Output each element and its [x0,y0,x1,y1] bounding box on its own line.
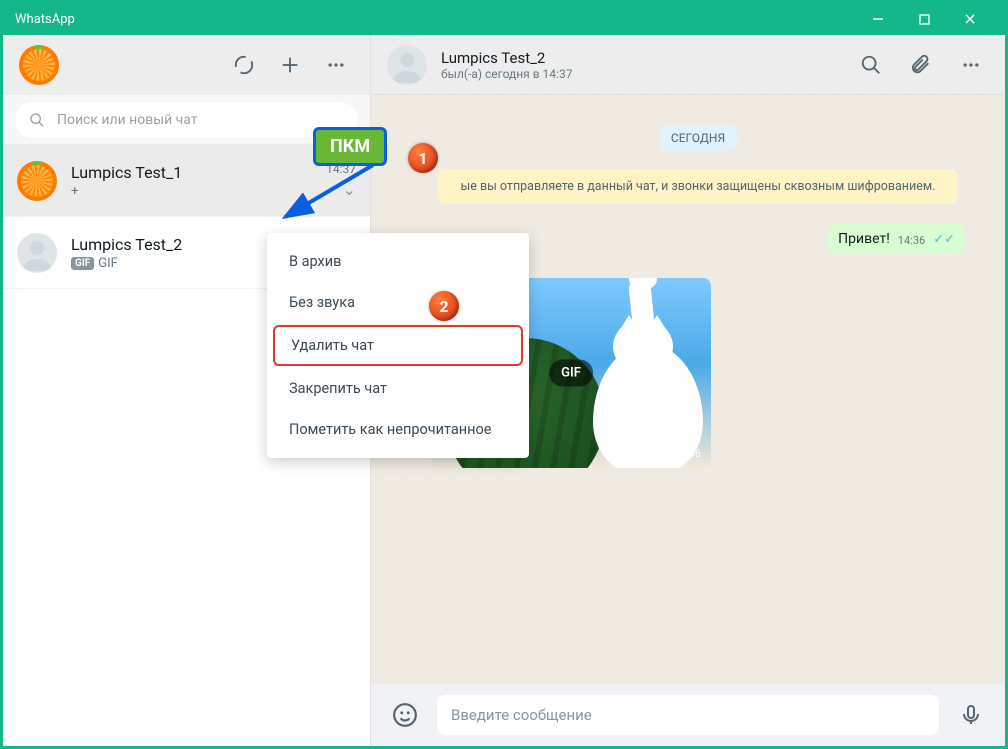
maximize-button[interactable] [901,3,947,35]
sidebar-header [3,35,370,95]
message-text: Привет! [838,231,890,247]
menu-icon[interactable] [318,47,354,83]
profile-avatar[interactable] [19,45,59,85]
app-window: WhatsApp [0,0,1008,749]
contact-name: Lumpics Test_2 [441,49,572,67]
chat-header: Lumpics Test_2 был(-а) сегодня в 14:37 [371,35,1005,95]
encryption-notice: ые вы отправляете в данный чат, и звонки… [438,169,958,204]
ctx-delete-chat[interactable]: Удалить чат [273,325,523,366]
date-separator: СЕГОДНЯ [659,125,737,151]
chat-menu-icon[interactable] [953,47,989,83]
close-button[interactable] [947,3,993,35]
message-time: 14:36 [674,447,701,460]
contact-avatar[interactable] [387,45,427,85]
message-time: 14:36 [898,234,925,247]
search-box[interactable] [15,102,358,138]
contact-status: был(-а) сегодня в 14:37 [441,67,572,81]
title-bar: WhatsApp [3,3,1005,35]
context-menu: В архив Без звука Удалить чат Закрепить … [267,233,529,458]
new-chat-icon[interactable] [272,47,308,83]
chat-avatar [17,161,57,201]
window-title: WhatsApp [15,12,855,27]
ctx-mute[interactable]: Без звука [267,282,529,323]
app-body: Lumpics Test_1 + 14:37 ⌄ Lumpics Test_2 [3,35,1005,746]
message-composer [371,684,1005,746]
ctx-mark-unread[interactable]: Пометить как непрочитанное [267,409,529,450]
annotation-rmb-label: ПКМ [313,127,387,166]
attach-icon[interactable] [903,47,939,83]
annotation-badge-1: 1 [408,143,438,173]
chat-search-icon[interactable] [853,47,889,83]
ctx-pin[interactable]: Закрепить чат [267,368,529,409]
chat-avatar [17,233,57,273]
outgoing-message[interactable]: Привет! 14:36 ✓✓ [828,224,965,254]
annotation-badge-2: 2 [429,291,459,321]
minimize-button[interactable] [855,3,901,35]
status-icon[interactable] [226,47,262,83]
gif-badge: GIF [71,257,94,270]
voice-icon[interactable] [953,697,989,733]
annotation-arrow [273,157,393,237]
read-ticks-icon: ✓✓ [933,232,955,247]
gif-play-label[interactable]: GIF [549,360,593,387]
emoji-icon[interactable] [387,697,423,733]
message-input[interactable] [437,695,939,735]
ctx-archive[interactable]: В архив [267,241,529,282]
search-input[interactable] [57,112,344,128]
contact-info[interactable]: Lumpics Test_2 был(-а) сегодня в 14:37 [441,49,572,81]
search-icon [29,112,45,128]
